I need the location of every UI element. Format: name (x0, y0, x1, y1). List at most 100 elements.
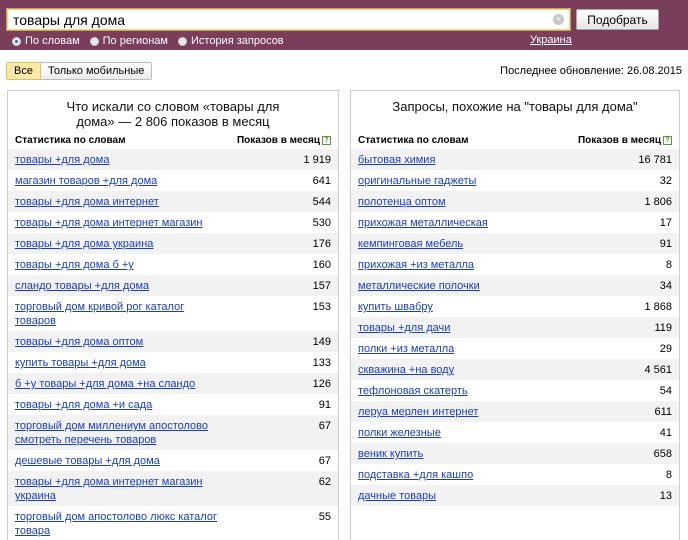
impressions-count: 54 (659, 385, 672, 397)
keyword-link[interactable]: магазин товаров +для дома (15, 174, 157, 188)
impressions-count: 34 (659, 280, 672, 292)
table-row: товары +для дачи 119 (351, 317, 679, 338)
left-rows: товары +для дома 1 919 магазин товаров +дл… (8, 149, 338, 540)
keyword-link[interactable]: купить товары +для дома (15, 356, 146, 370)
filter-mobile-button[interactable]: Только мобильные (40, 62, 153, 80)
table-row: сландо товары +для дома 157 (8, 275, 338, 296)
column-header-count-label: Показов в месяц (236, 135, 320, 146)
impressions-count: 67 (318, 455, 331, 467)
table-row: товары +для дома интернет магазин украин… (8, 471, 338, 506)
table-header: Статистика по словам Показов в месяц? (8, 135, 338, 149)
impressions-count: 133 (312, 357, 331, 369)
mode-by-regions[interactable]: По регионам (89, 35, 168, 47)
similar-queries-panel: Запросы, похожие на "товары для дома" Ст… (350, 90, 680, 540)
impressions-count: 41 (659, 427, 672, 439)
keyword-link[interactable]: дешевые товары +для дома (15, 454, 160, 468)
table-row: товары +для дома интернет 544 (8, 191, 338, 212)
keyword-link[interactable]: полки железные (358, 426, 441, 440)
keyword-link[interactable]: бытовая химия (358, 153, 435, 167)
device-filter: Все Только мобильные (6, 62, 153, 80)
radio-icon[interactable] (178, 36, 187, 46)
keyword-link[interactable]: сландо товары +для дома (15, 279, 149, 293)
impressions-count: 13 (659, 490, 672, 502)
keyword-link[interactable]: товары +для дома (15, 153, 109, 167)
impressions-count: 32 (659, 175, 672, 187)
impressions-count: 8 (665, 469, 672, 481)
keyword-link[interactable]: подставка +для кашпо (358, 468, 473, 482)
search-button[interactable]: Подобрать (576, 9, 659, 30)
impressions-count: 91 (318, 399, 331, 411)
impressions-count: 62 (318, 476, 331, 488)
keyword-link[interactable]: товары +для дома украина (15, 237, 153, 251)
table-row: тефлоновая скатерть 54 (351, 380, 679, 401)
mode-label: По словам (25, 35, 80, 47)
table-row: товары +для дома интернет магазин 530 (8, 212, 338, 233)
keyword-link[interactable]: полотенца оптом (358, 195, 446, 209)
table-row: купить швабру 1 868 (351, 296, 679, 317)
mode-by-words[interactable]: По словам (12, 35, 80, 47)
keyword-link[interactable]: тефлоновая скатерть (358, 384, 468, 398)
region-link[interactable]: Украина (530, 34, 572, 46)
keyword-link[interactable]: товары +для дома +и сада (15, 398, 152, 412)
table-row: леруа мерлен интернет 611 (351, 401, 679, 422)
keyword-link[interactable]: скважина +на воду (358, 363, 454, 377)
clear-icon[interactable]: × (553, 14, 564, 25)
panel-title: Запросы, похожие на "товары для дома" (392, 99, 638, 114)
keyword-link[interactable]: леруа мерлен интернет (358, 405, 478, 419)
mode-label: По регионам (102, 35, 168, 47)
keyword-link[interactable]: товары +для дома б +у (15, 258, 134, 272)
keyword-link[interactable]: торговый дом миллениум апостолово смотре… (15, 419, 225, 447)
help-icon[interactable]: ? (663, 136, 672, 145)
radio-icon[interactable] (89, 36, 99, 46)
help-icon[interactable]: ? (322, 136, 331, 145)
table-row: купить товары +для дома 133 (8, 352, 338, 373)
table-row: товары +для дома украина 176 (8, 233, 338, 254)
top-search-bar: × Подобрать По словам По регионам Истори… (0, 0, 688, 50)
table-row: прихожая +из металла 8 (351, 254, 679, 275)
keyword-link[interactable]: товары +для дома интернет магазин украин… (15, 475, 225, 503)
mode-history[interactable]: История запросов (178, 35, 284, 47)
keyword-link[interactable]: купить швабру (358, 300, 433, 314)
keyword-link[interactable]: товары +для дома оптом (15, 335, 143, 349)
search-box[interactable]: × (6, 8, 571, 31)
impressions-count: 176 (312, 238, 331, 250)
table-row: магазин товаров +для дома 641 (8, 170, 338, 191)
column-header-count: Показов в месяц? (578, 135, 672, 149)
table-row: дешевые товары +для дома 67 (8, 450, 338, 471)
keyword-link[interactable]: прихожая +из металла (358, 258, 474, 272)
table-row: торговый дом апостолово люкс каталог тов… (8, 506, 338, 540)
keyword-link[interactable]: дачные товары (358, 489, 436, 503)
keyword-link[interactable]: товары +для дома интернет магазин (15, 216, 203, 230)
impressions-count: 641 (312, 175, 331, 187)
keyword-link[interactable]: торговый дом кривой рог каталог товаров (15, 300, 225, 328)
impressions-count: 149 (312, 336, 331, 348)
keyword-link[interactable]: торговый дом апостолово люкс каталог тов… (15, 510, 225, 538)
impressions-count: 1 868 (644, 301, 672, 313)
impressions-count: 4 561 (644, 364, 672, 376)
table-header: Статистика по словам Показов в месяц? (351, 135, 679, 149)
right-rows: бытовая химия 16 781 оригинальные гаджеты 3… (351, 149, 679, 506)
radio-selected-icon[interactable] (12, 36, 21, 46)
table-row: полки +из металла 29 (351, 338, 679, 359)
last-updated: Последнее обновление: 26.08.2015 (500, 65, 682, 77)
filter-all-button[interactable]: Все (6, 62, 41, 80)
search-input[interactable] (7, 9, 547, 30)
keyword-link[interactable]: веник купить (358, 447, 423, 461)
column-header-count: Показов в месяц? (237, 135, 331, 149)
keyword-link[interactable]: полки +из металла (358, 342, 454, 356)
table-row: подставка +для кашпо 8 (351, 464, 679, 485)
table-row: товары +для дома оптом 149 (8, 331, 338, 352)
impressions-count: 658 (653, 448, 672, 460)
table-row: бытовая химия 16 781 (351, 149, 679, 170)
keyword-link[interactable]: металлические полочки (358, 279, 480, 293)
keyword-link[interactable]: прихожая металлическая (358, 216, 488, 230)
impressions-count: 67 (318, 420, 331, 432)
column-header-words: Статистика по словам (15, 135, 126, 146)
table-row: прихожая металлическая 17 (351, 212, 679, 233)
keyword-link[interactable]: товары +для дома интернет (15, 195, 159, 209)
keyword-link[interactable]: б +у товары +для дома +на сландо (15, 377, 195, 391)
table-row: товары +для дома 1 919 (8, 149, 338, 170)
keyword-link[interactable]: кемпинговая мебель (358, 237, 463, 251)
keyword-link[interactable]: оригинальные гаджеты (358, 174, 476, 188)
keyword-link[interactable]: товары +для дачи (358, 321, 450, 335)
